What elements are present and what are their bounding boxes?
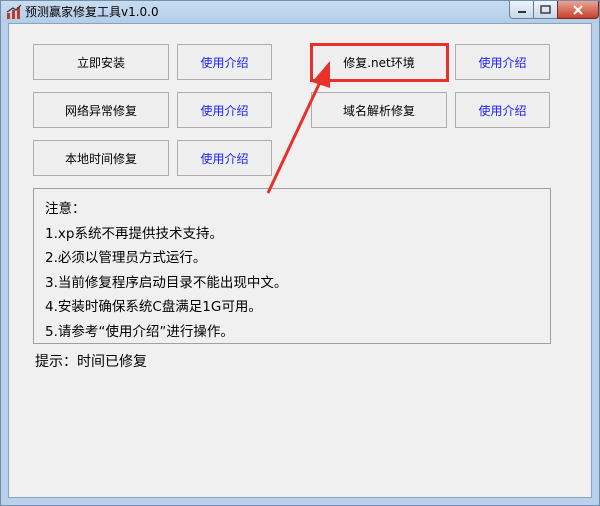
client-area: 立即安装 使用介绍 修复.net环境 使用介绍 网络异常修复 使用介绍 域名解析… <box>8 23 592 498</box>
note-line: 5.请参考“使用介绍”进行操作。 <box>45 323 234 340</box>
net-help-button[interactable]: 使用介绍 <box>455 44 550 80</box>
app-icon <box>6 4 22 19</box>
network-help-button[interactable]: 使用介绍 <box>177 92 272 128</box>
network-repair-button[interactable]: 网络异常修复 <box>33 92 169 128</box>
note-line: 4.安装时确保系统C盘满足1G可用。 <box>45 299 262 315</box>
dns-repair-button[interactable]: 域名解析修复 <box>311 92 447 128</box>
close-icon <box>573 4 583 15</box>
local-time-repair-button[interactable]: 本地时间修复 <box>33 140 169 176</box>
note-line: 3.当前修复程序启动目录不能出现中文。 <box>45 274 288 291</box>
title-bar[interactable]: 预测赢家修复工具v1.0.0 <box>1 1 599 23</box>
status-hint: 提示：时间已修复 <box>35 354 147 370</box>
install-help-button[interactable]: 使用介绍 <box>177 44 272 80</box>
notes-heading: 注意： <box>45 201 86 217</box>
dns-help-button[interactable]: 使用介绍 <box>455 92 550 128</box>
app-window: 预测赢家修复工具v1.0.0 立即安装 使用介绍 修复.net环境 使用介绍 网… <box>0 0 600 506</box>
minimize-button[interactable] <box>509 1 534 19</box>
window-title: 预测赢家修复工具v1.0.0 <box>25 5 159 19</box>
install-button[interactable]: 立即安装 <box>33 44 169 80</box>
notes-panel: 注意： 1.xp系统不再提供技术支持。 2.必须以管理员方式运行。 3.当前修复… <box>33 188 551 344</box>
highlight-box <box>310 43 449 82</box>
maximize-icon <box>540 5 551 14</box>
note-line: 1.xp系统不再提供技术支持。 <box>45 225 223 242</box>
close-button[interactable] <box>557 1 599 19</box>
local-time-help-button[interactable]: 使用介绍 <box>177 140 272 176</box>
minimize-icon <box>517 10 526 13</box>
note-line: 2.必须以管理员方式运行。 <box>45 250 207 266</box>
maximize-button[interactable] <box>533 1 558 19</box>
